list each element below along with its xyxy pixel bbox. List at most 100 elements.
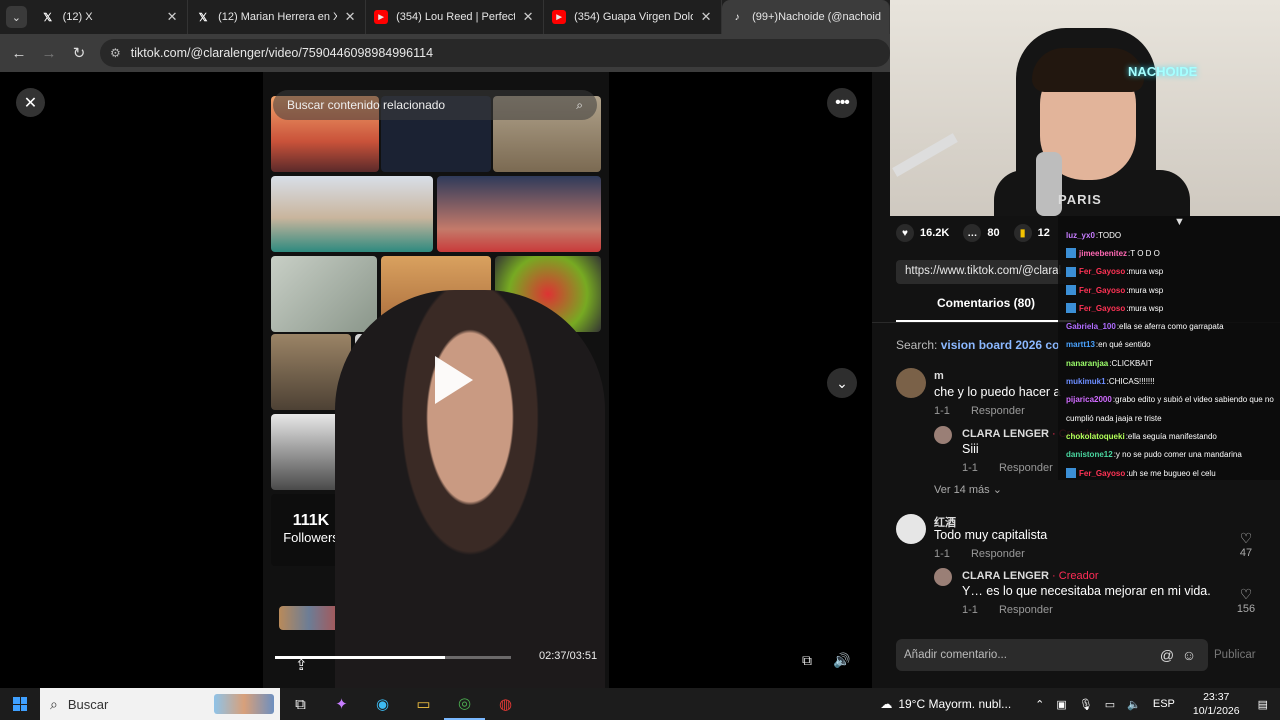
close-icon[interactable]: ✕ — [16, 88, 45, 117]
screen: ⌄ 𝕏 (12) X ✕ 𝕏 (12) Marian Herrera en X:… — [0, 0, 1280, 720]
tab-title: (12) X — [62, 11, 93, 23]
search-icon[interactable]: ⌕ — [576, 98, 583, 113]
comment-text: che y lo puedo hacer a — [934, 385, 1061, 399]
avatar[interactable] — [934, 568, 952, 586]
view-more-replies[interactable]: Ver 14 más ⌄ — [934, 483, 1002, 496]
tab-comments[interactable]: Comentarios (80) — [896, 296, 1076, 322]
search-keyword[interactable]: vision board 2026 co — [941, 338, 1060, 352]
chat-username[interactable]: martt13 — [1066, 340, 1095, 349]
video-player[interactable]: 111K Followers Buscar contenido relacion… — [263, 72, 609, 688]
mention-icon[interactable]: @ — [1156, 647, 1178, 663]
reply-button[interactable]: Responder — [999, 604, 1053, 616]
browser-tab[interactable]: ▶ (354) Guapa Virgen Dolore ✕ — [544, 0, 723, 34]
taskbar-search[interactable]: ⌕ Buscar — [40, 688, 280, 720]
chat-username[interactable]: Fer_Gayoso — [1079, 304, 1125, 313]
volume-icon[interactable]: 🔊 — [829, 649, 855, 671]
chat-message: luz_yx0: TODO — [1066, 226, 1280, 244]
chat-message: Gabriela_100: ella se aferra como garrap… — [1066, 317, 1280, 335]
related-search-suggestion[interactable]: Search: vision board 2026 co — [896, 338, 1059, 352]
task-view-icon[interactable]: ⧉ — [280, 688, 321, 720]
chevron-down-icon[interactable]: ⌄ — [827, 368, 857, 398]
reply-button[interactable]: Responder — [971, 548, 1025, 560]
emoji-icon[interactable]: ☺ — [1178, 647, 1200, 663]
chat-message: chokolatoqueki: ella seguía manifestando — [1066, 427, 1280, 445]
chat-username[interactable]: chokolatoqueki — [1066, 432, 1125, 441]
chat-username[interactable]: Gabriela_100 — [1066, 322, 1116, 331]
obs-icon[interactable]: ◍ — [485, 688, 526, 720]
close-tab-icon[interactable]: ✕ — [521, 9, 535, 25]
comment-icon: … — [963, 224, 982, 242]
copilot-icon[interactable]: ✦ — [321, 688, 362, 720]
network-icon[interactable]: ▭ — [1105, 698, 1115, 711]
more-options-icon[interactable]: ••• — [827, 88, 857, 118]
comment-count: 80 — [987, 227, 1000, 239]
edge-icon[interactable]: ◉ — [362, 688, 403, 720]
chat-scroll-icon: ▼ — [1174, 216, 1185, 228]
comment-username[interactable]: CLARA LENGER · Creador — [962, 570, 1099, 582]
chat-username[interactable]: Fer_Gayoso — [1079, 267, 1125, 276]
close-tab-icon[interactable]: ✕ — [165, 9, 179, 25]
prime-badge-icon — [1066, 468, 1076, 478]
reply-username: CLARA LENGER — [962, 570, 1049, 582]
back-arrow-icon[interactable]: ← — [4, 45, 34, 62]
collage-image — [437, 176, 601, 252]
notifications-icon[interactable]: ▤ — [1258, 698, 1268, 711]
chat-username[interactable]: Fer_Gayoso — [1079, 286, 1125, 295]
comment-stat[interactable]: … 80 — [963, 224, 1000, 242]
comment-like[interactable]: ♡ 47 — [1231, 530, 1261, 559]
tab-title: (99+)Nachoide (@nachoid — [752, 11, 881, 23]
comment-meta: 1-1 Responder — [934, 548, 1025, 560]
site-info-icon[interactable]: ⚙ — [110, 46, 121, 60]
reply-button[interactable]: Responder — [999, 462, 1053, 474]
clock[interactable]: 23:37 10/1/2026 — [1193, 690, 1240, 718]
close-tab-icon[interactable]: ✕ — [699, 9, 713, 25]
chat-text: mura wsp — [1128, 267, 1164, 277]
comment-like[interactable]: ♡ 156 — [1231, 586, 1261, 615]
close-tab-icon[interactable]: ✕ — [343, 9, 357, 25]
related-search-bar[interactable]: Buscar contenido relacionado ⌕ — [273, 90, 597, 120]
chat-username[interactable]: mukimuk1 — [1066, 377, 1106, 386]
tab-search-dropdown-icon[interactable]: ⌄ — [6, 6, 27, 28]
chat-username[interactable]: jimeebenitez — [1079, 249, 1127, 258]
language-indicator[interactable]: ESP — [1153, 698, 1175, 710]
avatar[interactable] — [896, 368, 926, 398]
miniplayer-icon[interactable]: ⧉ — [794, 649, 820, 671]
chat-username[interactable]: pijarica2000 — [1066, 395, 1112, 404]
browser-tab-active[interactable]: ♪ (99+)Nachoide (@nachoid — [722, 0, 890, 34]
speaker-icon[interactable]: 🔈 — [1127, 698, 1141, 711]
chevron-up-icon[interactable]: ⌃ — [1035, 698, 1044, 711]
chrome-icon[interactable]: ◎ — [444, 688, 485, 720]
avatar[interactable] — [934, 426, 952, 444]
save-stat[interactable]: ▮ 12 — [1013, 224, 1050, 242]
chat-username[interactable]: Fer_Gayoso — [1079, 469, 1125, 478]
tray-app-icon[interactable]: ▣ — [1056, 698, 1066, 711]
avatar[interactable] — [896, 514, 926, 544]
forward-arrow-icon[interactable]: → — [34, 45, 64, 62]
chat-text: ella se aferra como garrapata — [1119, 322, 1224, 332]
progress-bar[interactable] — [275, 656, 511, 659]
reply-button[interactable]: Responder — [971, 405, 1025, 417]
comment-input[interactable]: Añadir comentario... @ ☺ — [896, 639, 1208, 671]
chat-username[interactable]: luz_yx0 — [1066, 231, 1095, 240]
comment-username[interactable]: m — [934, 370, 944, 382]
reload-icon[interactable]: ↻ — [64, 44, 94, 62]
url-field[interactable]: ⚙ tiktok.com/@claralenger/video/75904460… — [100, 39, 890, 67]
play-icon[interactable] — [435, 356, 473, 404]
heart-icon: ♥ — [896, 224, 914, 242]
heart-icon[interactable]: ♡ — [1231, 530, 1261, 547]
more-replies-text: Ver 14 más — [934, 484, 990, 496]
publish-button[interactable]: Publicar — [1214, 649, 1256, 661]
system-tray: ☁ 19°C Mayorm. nubl... ⌃ ▣ 🎙 ▭ 🔈 ESP 23:… — [880, 688, 1280, 720]
chat-username[interactable]: danistone12 — [1066, 450, 1113, 459]
browser-tab[interactable]: 𝕏 (12) Marian Herrera en X: " ✕ — [188, 0, 367, 34]
browser-tab[interactable]: 𝕏 (12) X ✕ — [33, 0, 189, 34]
start-button[interactable] — [0, 688, 40, 720]
heart-icon[interactable]: ♡ — [1231, 586, 1261, 603]
copy-link-field[interactable]: https://www.tiktok.com/@claral — [896, 260, 1076, 284]
like-stat[interactable]: ♥ 16.2K — [896, 224, 949, 242]
mic-icon[interactable]: 🎙 — [1079, 698, 1093, 711]
browser-tab[interactable]: ▶ (354) Lou Reed | Perfect Da ✕ — [366, 0, 545, 34]
file-explorer-icon[interactable]: ▭ — [403, 688, 444, 720]
weather-widget[interactable]: ☁ 19°C Mayorm. nubl... — [880, 697, 1011, 711]
chat-username[interactable]: nanaranjaa — [1066, 359, 1108, 368]
